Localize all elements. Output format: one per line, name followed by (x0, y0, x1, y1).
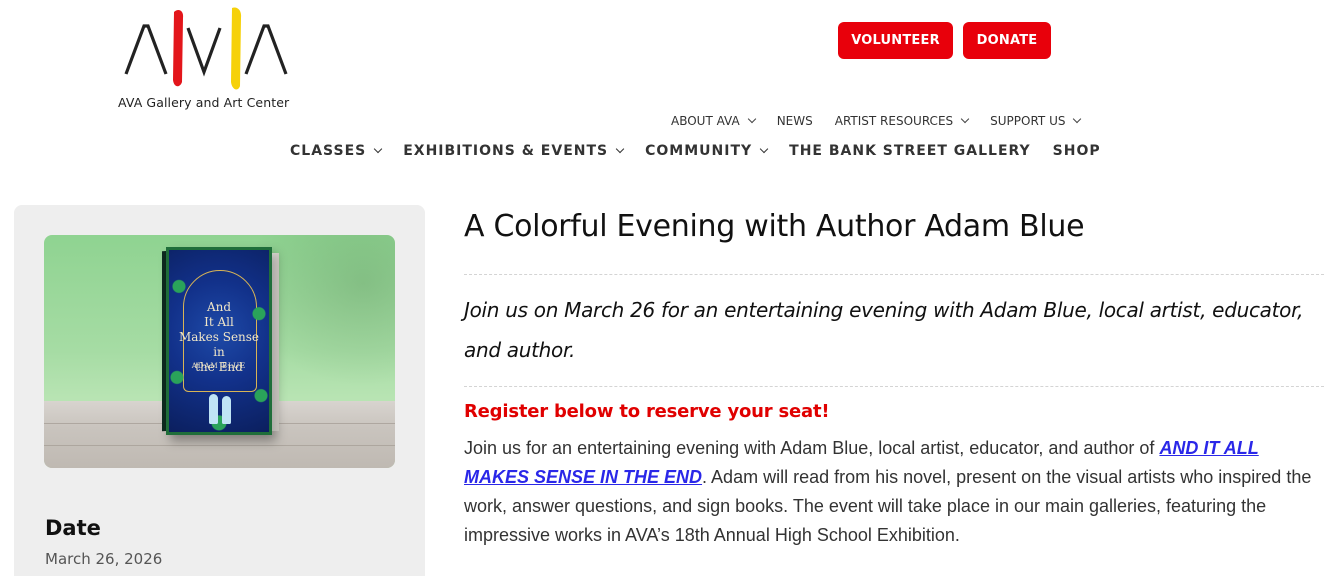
volunteer-button[interactable]: VOLUNTEER (838, 22, 953, 59)
chevron-down-icon (1073, 114, 1082, 124)
nav-item-label: CLASSES (290, 143, 367, 159)
nav-item-news[interactable]: NEWS (777, 114, 813, 128)
nav-item-label: ABOUT AVA (671, 114, 740, 128)
nav-item-label: SHOP (1052, 143, 1101, 159)
nav-item-shop[interactable]: SHOP (1053, 143, 1101, 159)
nav-item-label: EXHIBITIONS & EVENTS (403, 143, 609, 159)
divider (464, 274, 1324, 275)
date-label: Date (45, 516, 101, 540)
chevron-down-icon (960, 114, 970, 124)
logo-text: AVA Gallery and Art Center (118, 95, 290, 110)
book-title-line: in (213, 345, 225, 359)
book-cover: And It All Makes Sense in the End ADAM B… (162, 247, 279, 435)
nav-item-artist-resources[interactable]: ARTIST RESOURCES (834, 114, 970, 128)
book-title-line: And (206, 300, 232, 314)
date-value: March 26, 2026 (45, 550, 163, 568)
header-actions: VOLUNTEER DONATE (838, 22, 1051, 59)
event-image: And It All Makes Sense in the End ADAM B… (44, 235, 395, 468)
chevron-down-icon (615, 144, 625, 154)
divider (464, 386, 1324, 387)
event-intro: Join us on March 26 for an entertaining … (464, 298, 1304, 362)
ava-logo[interactable]: AVA Gallery and Art Center (118, 6, 298, 110)
secondary-nav: ABOUT AVA NEWS ARTIST RESOURCES SUPPORT … (671, 114, 1102, 128)
nav-item-label: THE BANK STREET GALLERY (789, 143, 1031, 159)
chevron-down-icon (759, 144, 769, 154)
nav-item-label: NEWS (776, 114, 813, 128)
nav-item-bank-street-gallery[interactable]: THE BANK STREET GALLERY (789, 143, 1031, 159)
nav-item-label: COMMUNITY (645, 143, 753, 159)
nav-item-label: ARTIST RESOURCES (834, 114, 954, 128)
nav-item-label: SUPPORT US (990, 114, 1066, 128)
figures-illustration (209, 384, 235, 424)
nav-item-classes[interactable]: CLASSES (290, 143, 383, 159)
event-sidebar: And It All Makes Sense in the End ADAM B… (14, 205, 425, 576)
nav-item-community[interactable]: COMMUNITY (645, 143, 769, 159)
book-author: ADAM BLUE (191, 362, 247, 370)
book-pages (271, 253, 279, 431)
register-callout: Register below to reserve your seat! (464, 401, 830, 422)
chevron-down-icon (747, 114, 756, 124)
donate-button[interactable]: DONATE (963, 22, 1051, 59)
primary-nav: CLASSES EXHIBITIONS & EVENTS COMMUNITY T… (290, 143, 1123, 159)
chevron-down-icon (373, 144, 383, 154)
event-content: A Colorful Evening with Author Adam Blue… (464, 205, 1324, 550)
nav-item-about-ava[interactable]: ABOUT AVA (671, 114, 756, 128)
event-description: Join us for an entertaining evening with… (464, 434, 1324, 550)
page-title: A Colorful Evening with Author Adam Blue (464, 209, 1085, 244)
ava-logo-mark (124, 7, 288, 90)
description-text: Join us for an entertaining evening with… (464, 438, 1160, 458)
nav-item-support-us[interactable]: SUPPORT US (990, 114, 1082, 128)
book-title-line: Makes Sense (178, 330, 260, 344)
book-title-line: It All (204, 315, 234, 329)
nav-item-exhibitions-events[interactable]: EXHIBITIONS & EVENTS (403, 143, 625, 159)
book-face: And It All Makes Sense in the End ADAM B… (166, 247, 272, 435)
